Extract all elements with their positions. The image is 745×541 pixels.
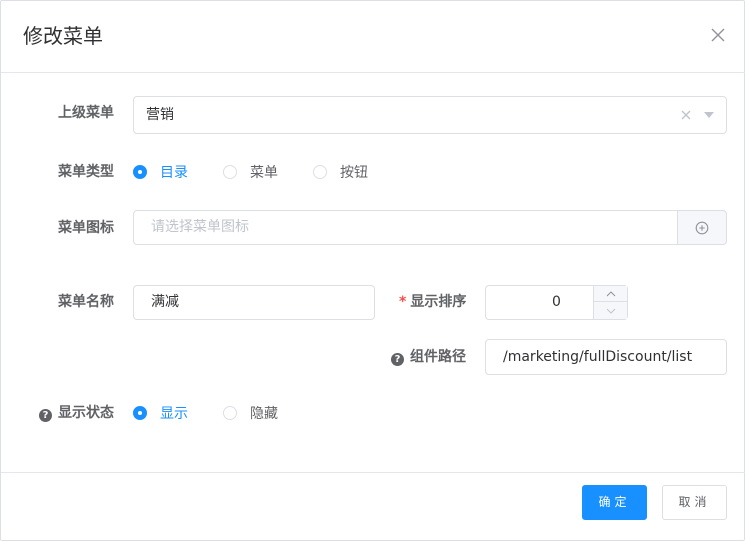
component-path-label-text: 组件路径	[410, 349, 466, 365]
footer-divider	[1, 472, 745, 473]
menu-icon-input[interactable]: 请选择菜单图标	[133, 210, 678, 245]
question-circle-icon[interactable]: ?	[39, 409, 52, 422]
required-mark: *	[399, 294, 407, 310]
display-status-radio-hide[interactable]: 隐藏	[223, 403, 278, 423]
parent-menu-select[interactable]: 营销	[133, 96, 727, 134]
increase-button[interactable]	[593, 286, 627, 302]
display-status-radio-show[interactable]: 显示	[133, 403, 188, 423]
radio-label: 隐藏	[250, 406, 278, 422]
dialog-title: 修改菜单	[23, 24, 103, 48]
plus-circle-icon[interactable]	[677, 210, 727, 245]
cancel-button[interactable]: 取消	[662, 485, 727, 520]
caret-down-icon[interactable]	[704, 97, 714, 133]
confirm-button[interactable]: 确定	[582, 485, 647, 520]
component-path-value: /marketing/fullDiscount/list	[503, 349, 693, 365]
radio-label: 显示	[160, 406, 188, 422]
component-path-input[interactable]: /marketing/fullDiscount/list	[485, 339, 727, 375]
menu-name-label: 菜单名称	[58, 294, 114, 310]
radio-dot	[133, 406, 147, 420]
sort-order-label: * 显示排序	[399, 292, 466, 312]
radio-dot	[223, 406, 237, 420]
menu-type-radio-directory[interactable]: 目录	[133, 162, 188, 182]
clear-icon[interactable]	[681, 97, 693, 133]
parent-menu-value: 营销	[146, 107, 174, 123]
edit-menu-dialog: 修改菜单 上级菜单 营销 菜单类型 目录 菜单 按钮 菜单图标 请选择菜单图标 …	[0, 0, 745, 541]
radio-dot	[223, 165, 237, 179]
component-path-label: ? 组件路径	[391, 347, 466, 367]
radio-label: 菜单	[250, 165, 278, 181]
radio-label: 按钮	[340, 165, 368, 181]
menu-name-value: 满减	[151, 294, 179, 310]
chevron-down-icon	[606, 308, 615, 314]
header-divider	[1, 72, 745, 73]
radio-dot	[313, 165, 327, 179]
close-icon[interactable]	[709, 26, 727, 44]
decrease-button[interactable]	[593, 302, 627, 319]
menu-type-radio-button[interactable]: 按钮	[313, 162, 368, 182]
radio-dot	[133, 165, 147, 179]
sort-order-stepper[interactable]: 0	[485, 285, 628, 320]
question-circle-icon[interactable]: ?	[391, 353, 404, 366]
chevron-up-icon	[606, 290, 615, 296]
menu-icon-label: 菜单图标	[58, 220, 114, 236]
menu-icon-placeholder: 请选择菜单图标	[151, 219, 249, 235]
menu-name-input[interactable]: 满减	[133, 285, 375, 320]
display-status-label: ? 显示状态	[39, 403, 114, 423]
menu-type-label: 菜单类型	[58, 164, 114, 180]
menu-type-radio-menu[interactable]: 菜单	[223, 162, 278, 182]
display-status-label-text: 显示状态	[58, 405, 114, 421]
sort-order-label-text: 显示排序	[410, 294, 467, 310]
parent-menu-label: 上级菜单	[58, 105, 114, 121]
radio-label: 目录	[160, 165, 188, 181]
